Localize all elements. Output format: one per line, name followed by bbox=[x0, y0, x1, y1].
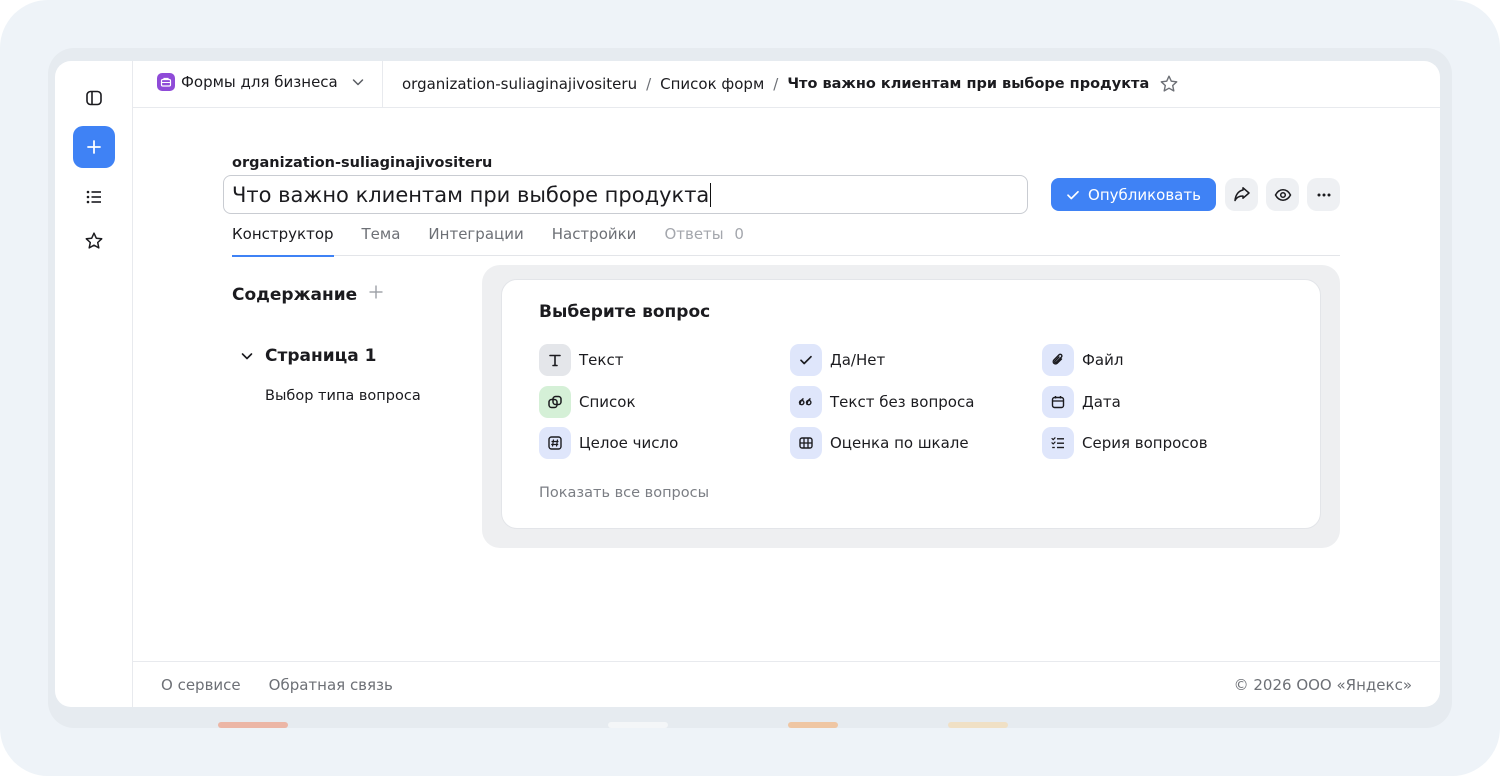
question-type-scale[interactable]: Оценка по шкале bbox=[790, 427, 969, 459]
page-item[interactable]: Страница 1 bbox=[239, 346, 376, 366]
footer-about-link[interactable]: О сервисе bbox=[161, 676, 241, 694]
checklist-icon bbox=[1042, 427, 1074, 459]
contents-title: Содержание bbox=[232, 285, 358, 305]
paperclip-icon bbox=[1042, 344, 1074, 376]
form-title-text: Что важно клиентам при выборе продукта bbox=[232, 182, 710, 207]
check-icon bbox=[1067, 190, 1079, 199]
question-type-label: Оценка по шкале bbox=[830, 434, 969, 452]
tab-integrations[interactable]: Интеграции bbox=[428, 225, 523, 256]
breadcrumb: organization-suliaginajivositeru / Списо… bbox=[402, 74, 1179, 94]
tab-answers: Ответы 0 bbox=[664, 225, 744, 256]
publish-label: Опубликовать bbox=[1088, 185, 1201, 204]
form-title-input[interactable]: Что важно клиентам при выборе продукта bbox=[223, 175, 1028, 214]
hash-icon bbox=[539, 427, 571, 459]
chevron-down-icon bbox=[352, 79, 363, 86]
question-type-integer[interactable]: Целое число bbox=[539, 427, 678, 459]
favorite-star-button[interactable] bbox=[1159, 74, 1179, 94]
breadcrumb-current: Что важно клиентам при выборе продукта bbox=[787, 76, 1150, 92]
tab-answers-count: 0 bbox=[734, 225, 744, 243]
tab-constructor[interactable]: Конструктор bbox=[232, 225, 334, 257]
text-icon bbox=[539, 344, 571, 376]
check-icon bbox=[790, 344, 822, 376]
create-button[interactable] bbox=[73, 126, 115, 168]
sidebar-toggle-button[interactable] bbox=[73, 77, 115, 119]
footer-copyright: © 2026 ООО «Яндекс» bbox=[1233, 676, 1412, 694]
app-window: Формы для бизнеса organization-suliagina… bbox=[55, 61, 1440, 707]
backdrop-glow bbox=[788, 722, 838, 728]
left-rail bbox=[55, 61, 133, 707]
text-caret bbox=[710, 182, 712, 207]
question-type-label: Файл bbox=[1082, 351, 1124, 369]
question-type-label: Да/Нет bbox=[830, 351, 886, 369]
question-type-label: Дата bbox=[1082, 393, 1121, 411]
page-sub-item[interactable]: Выбор типа вопроса bbox=[265, 388, 421, 404]
tab-settings[interactable]: Настройки bbox=[552, 225, 637, 256]
question-type-text-no-question[interactable]: Текст без вопроса bbox=[790, 386, 974, 418]
quote-icon bbox=[790, 386, 822, 418]
topbar-divider bbox=[382, 61, 383, 108]
tab-theme[interactable]: Тема bbox=[362, 225, 401, 256]
favorites-button[interactable] bbox=[73, 220, 115, 262]
breadcrumb-separator: / bbox=[646, 75, 652, 93]
add-page-button[interactable] bbox=[368, 283, 384, 305]
plus-icon bbox=[87, 140, 101, 154]
share-button[interactable] bbox=[1225, 178, 1258, 211]
footer-links: О сервисе Обратная связь bbox=[161, 676, 393, 694]
more-icon bbox=[1317, 193, 1330, 196]
question-picker-title: Выберите вопрос bbox=[539, 302, 711, 322]
publish-button[interactable]: Опубликовать bbox=[1051, 178, 1216, 211]
footer-feedback-link[interactable]: Обратная связь bbox=[269, 676, 393, 694]
question-type-label: Текст без вопроса bbox=[830, 393, 975, 411]
question-picker-panel: Выберите вопрос Текст Список Целое число bbox=[501, 279, 1321, 529]
top-bar: Формы для бизнеса organization-suliagina… bbox=[133, 61, 1440, 108]
grid-icon bbox=[790, 427, 822, 459]
product-name: Формы для бизнеса bbox=[181, 73, 338, 91]
briefcase-icon bbox=[157, 73, 175, 91]
breadcrumb-separator: / bbox=[773, 75, 779, 93]
forms-list-button[interactable] bbox=[73, 176, 115, 218]
question-type-yes-no[interactable]: Да/Нет bbox=[790, 344, 885, 376]
more-button[interactable] bbox=[1307, 178, 1340, 211]
footer: О сервисе Обратная связь © 2026 ООО «Янд… bbox=[133, 661, 1440, 707]
question-type-text[interactable]: Текст bbox=[539, 344, 623, 376]
question-type-file[interactable]: Файл bbox=[1042, 344, 1123, 376]
eye-icon bbox=[1274, 188, 1291, 201]
list-icon bbox=[86, 190, 101, 204]
breadcrumb-forms-list[interactable]: Список форм bbox=[660, 75, 764, 93]
form-organization: organization-suliaginajivositeru bbox=[232, 155, 493, 171]
plus-icon bbox=[369, 285, 383, 299]
sidebar-panel-icon bbox=[86, 90, 102, 106]
preview-button[interactable] bbox=[1266, 178, 1299, 211]
question-type-label: Список bbox=[579, 393, 636, 411]
question-type-list[interactable]: Список bbox=[539, 386, 636, 418]
star-icon bbox=[1160, 75, 1178, 92]
question-type-date[interactable]: Дата bbox=[1042, 386, 1121, 418]
page-item-label: Страница 1 bbox=[265, 346, 377, 366]
backdrop-glow bbox=[608, 722, 668, 728]
question-type-series[interactable]: Серия вопросов bbox=[1042, 427, 1208, 459]
chevron-down-icon bbox=[241, 353, 253, 360]
calendar-icon bbox=[1042, 386, 1074, 418]
share-icon bbox=[1233, 186, 1250, 201]
breadcrumb-org[interactable]: organization-suliaginajivositeru bbox=[402, 75, 637, 93]
show-all-questions-link[interactable]: Показать все вопросы bbox=[539, 485, 709, 501]
list-choice-icon bbox=[539, 386, 571, 418]
question-type-label: Текст bbox=[579, 351, 624, 369]
backdrop-glow bbox=[218, 722, 288, 728]
product-switcher[interactable]: Формы для бизнеса bbox=[157, 73, 366, 91]
question-type-label: Целое число bbox=[579, 434, 679, 452]
form-tabs: Конструктор Тема Интеграции Настройки От… bbox=[232, 225, 1340, 257]
question-type-label: Серия вопросов bbox=[1082, 434, 1208, 452]
star-icon bbox=[85, 232, 103, 249]
backdrop-glow bbox=[948, 722, 1008, 728]
tab-answers-label: Ответы bbox=[664, 225, 724, 243]
